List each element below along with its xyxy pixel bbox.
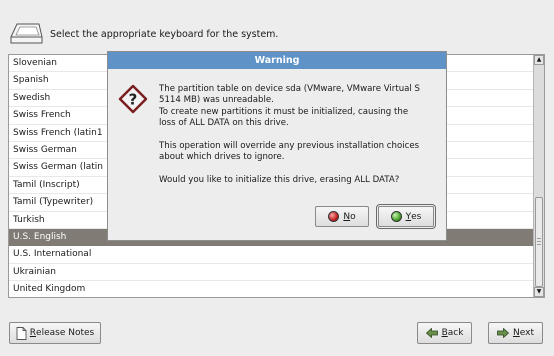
page-title: Select the appropriate keyboard for the … — [50, 28, 279, 40]
message-line: This operation will override any previou… — [159, 141, 420, 152]
yes-label: es — [411, 211, 422, 222]
message-question: Would you like to initialize this drive,… — [159, 175, 400, 186]
list-item[interactable]: United Kingdom — [9, 281, 533, 297]
message-line: loss of ALL DATA on this drive. — [159, 118, 289, 129]
no-mnemonic: N — [343, 211, 351, 222]
message-line: The partition table on device sda (VMwar… — [159, 84, 420, 94]
no-button[interactable]: No — [315, 206, 369, 227]
dialog-message: The partition table on device sda (VMwar… — [159, 84, 444, 187]
dialog-title: Warning — [108, 52, 446, 69]
list-item[interactable]: U.S. International — [9, 246, 533, 264]
yes-button[interactable]: Yes — [378, 206, 434, 227]
next-label: ext — [519, 328, 534, 338]
next-button[interactable]: Next — [488, 322, 543, 344]
arrow-left-icon — [425, 328, 438, 338]
release-notes-button[interactable]: Release Notes — [9, 322, 101, 344]
message-line: 5114 MB) was unreadable. — [159, 95, 274, 106]
warning-dialog: Warning ? The partition table on device … — [107, 51, 447, 241]
page-header: Select the appropriate keyboard for the … — [8, 20, 278, 48]
back-button[interactable]: Back — [417, 322, 472, 344]
list-item[interactable]: Ukrainian — [9, 264, 533, 282]
scroll-up-arrow-icon[interactable]: ▲ — [534, 55, 544, 65]
stop-icon — [328, 211, 340, 222]
scroll-down-arrow-icon[interactable]: ▼ — [534, 287, 544, 297]
back-label: ack — [447, 328, 464, 338]
list-scrollbar[interactable]: ▲ ▼ — [533, 55, 544, 297]
keyboard-key-icon — [10, 23, 43, 44]
scrollbar-thumb[interactable] — [535, 197, 543, 287]
release-label: elease Notes — [36, 328, 95, 338]
svg-text:?: ? — [129, 91, 138, 109]
message-line: about which drives to ignore. — [159, 152, 285, 163]
go-icon — [390, 211, 402, 222]
question-mark-icon: ? — [118, 84, 148, 114]
next-mnemonic: N — [513, 328, 520, 338]
document-icon — [16, 326, 27, 340]
arrow-right-icon — [497, 328, 510, 338]
no-label: o — [350, 211, 356, 222]
message-line: To create new partitions it must be init… — [159, 106, 409, 117]
